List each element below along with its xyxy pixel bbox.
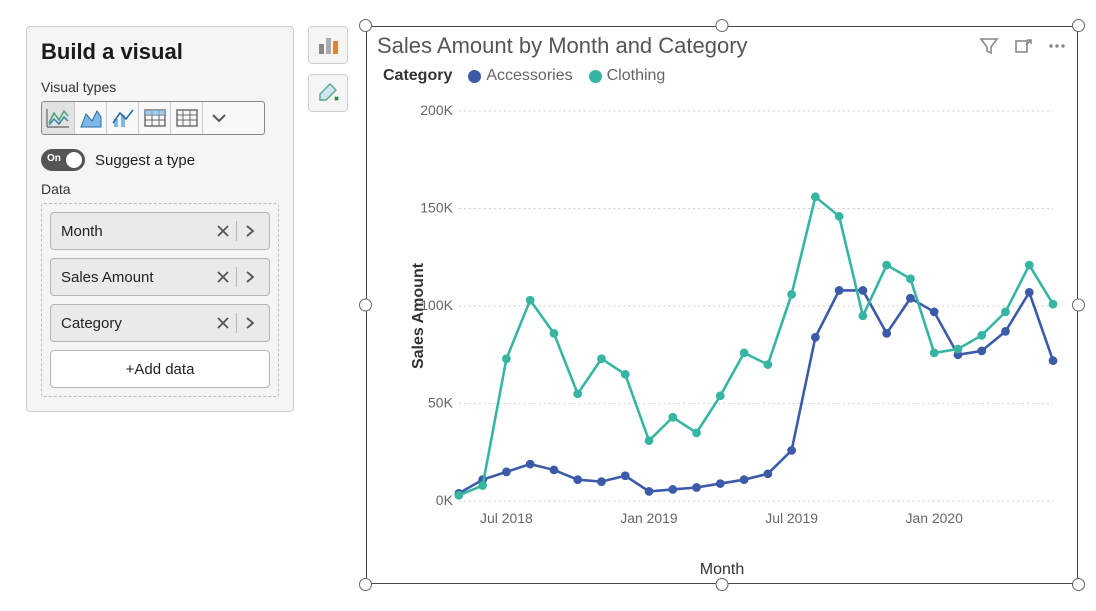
filter-icon [979,36,999,56]
field-pill-sales-amount[interactable]: Sales Amount [50,258,270,296]
remove-field-button[interactable] [210,264,236,290]
field-name: Category [61,315,210,332]
svg-text:Jul 2019: Jul 2019 [765,510,818,526]
remove-field-button[interactable] [210,218,236,244]
close-icon [216,224,230,238]
svg-text:200K: 200K [420,102,453,118]
x-axis-label: Month [700,561,744,579]
visual-actions [979,36,1067,56]
vtype-combo-chart[interactable] [106,102,138,134]
add-data-button[interactable]: +Add data [50,350,270,388]
format-tab-button[interactable] [308,74,348,112]
bar-chart-icon [316,34,340,56]
vtype-area-chart[interactable] [74,102,106,134]
data-fields-box: Month Sales Amount Category +Add data [41,203,279,397]
side-tools [308,26,348,112]
svg-text:150K: 150K [420,199,453,215]
matrix-icon [175,107,199,129]
filter-button[interactable] [979,36,999,56]
suggest-type-label: Suggest a type [95,152,195,169]
area-chart-icon [79,107,103,129]
close-icon [216,316,230,330]
field-options-button[interactable] [237,310,263,336]
visual-types-row [41,101,265,135]
y-axis-label: Sales Amount [410,263,428,369]
field-name: Month [61,223,210,240]
legend-label: Clothing [607,67,666,85]
build-visual-panel: Build a visual Visual types [26,26,294,412]
data-section-label: Data [41,181,279,197]
toggle-on-label: On [47,153,61,164]
vtype-more[interactable] [202,102,234,134]
visual-header: Sales Amount by Month and Category [377,33,1067,59]
chart-legend: Category Accessories Clothing [383,67,673,85]
svg-text:50K: 50K [428,395,454,411]
chevron-right-icon [243,224,257,238]
chevron-down-icon [207,107,231,129]
close-icon [216,270,230,284]
toggle-knob [66,152,82,168]
ellipsis-icon [1047,36,1067,56]
chart-svg: 0K50K100K150K200KJul 2018Jan 2019Jul 201… [419,101,1063,531]
more-options-button[interactable] [1047,36,1067,56]
legend-item-clothing[interactable]: Clothing [589,67,666,85]
field-options-button[interactable] [237,264,263,290]
add-data-label: +Add data [126,361,195,378]
combo-chart-icon [111,107,135,129]
field-options-button[interactable] [237,218,263,244]
svg-text:Jan 2020: Jan 2020 [905,510,963,526]
chevron-right-icon [243,316,257,330]
chart-title: Sales Amount by Month and Category [377,33,979,59]
resize-handle[interactable] [716,19,729,32]
resize-handle[interactable] [359,299,372,312]
legend-dot [468,70,481,83]
resize-handle[interactable] [1072,19,1085,32]
panel-title: Build a visual [41,39,279,65]
field-pill-month[interactable]: Month [50,212,270,250]
resize-handle[interactable] [359,578,372,591]
visual-types-label: Visual types [41,79,279,95]
vtype-matrix[interactable] [170,102,202,134]
chart-plot-area: Sales Amount 0K50K100K150K200KJul 2018Ja… [419,101,1063,531]
vtype-line-chart[interactable] [42,102,74,134]
table-icon [143,107,167,129]
legend-item-accessories[interactable]: Accessories [468,67,572,85]
resize-handle[interactable] [1072,578,1085,591]
resize-handle[interactable] [359,19,372,32]
resize-handle[interactable] [716,578,729,591]
chevron-right-icon [243,270,257,284]
resize-handle[interactable] [1072,299,1085,312]
remove-field-button[interactable] [210,310,236,336]
legend-label: Accessories [486,67,572,85]
line-chart-icon [46,107,70,129]
chart-visual-container[interactable]: Sales Amount by Month and Category Categ… [366,26,1078,584]
paintbrush-icon [316,82,340,104]
suggest-type-toggle[interactable]: On [41,149,85,171]
vtype-table[interactable] [138,102,170,134]
field-name: Sales Amount [61,269,210,286]
focus-mode-button[interactable] [1013,36,1033,56]
focus-icon [1013,36,1033,56]
legend-title: Category [383,67,452,85]
legend-dot [589,70,602,83]
svg-text:0K: 0K [436,492,454,508]
build-tab-button[interactable] [308,26,348,64]
svg-text:Jan 2019: Jan 2019 [620,510,678,526]
svg-text:Jul 2018: Jul 2018 [480,510,533,526]
field-pill-category[interactable]: Category [50,304,270,342]
